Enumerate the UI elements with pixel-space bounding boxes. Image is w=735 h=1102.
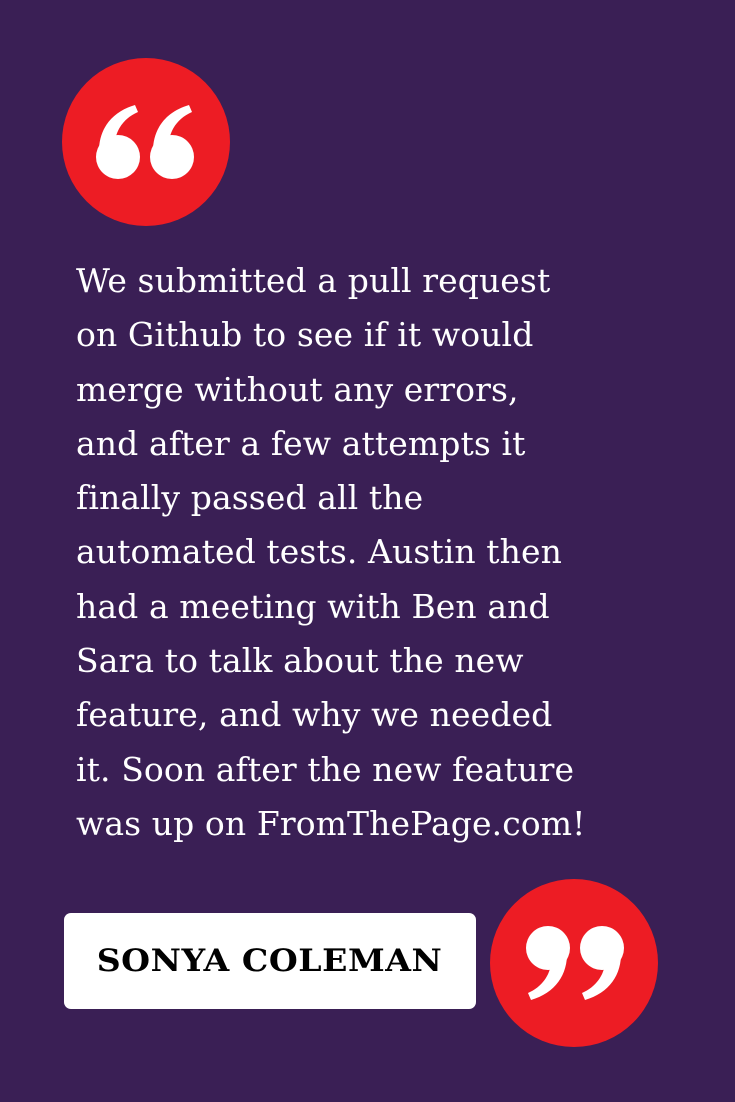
close-quote-icon: [526, 926, 624, 1000]
quote-line: finally passed all the: [76, 478, 424, 518]
quote-text: We submitted a pull request on Github to…: [76, 254, 676, 851]
quote-line: Sara to talk about the new: [76, 641, 524, 681]
quote-line: on Github to see if it would: [76, 315, 534, 355]
open-quote-badge: [62, 58, 230, 226]
quote-line: We submitted a pull request: [76, 261, 551, 300]
quote-line: feature, and why we needed: [76, 695, 553, 735]
close-quote-badge: [490, 879, 658, 1047]
quote-card: { "quote": { "lines": [ "We submitted a …: [0, 0, 735, 1102]
quote-line: automated tests. Austin then: [76, 532, 563, 572]
quote-line: had a meeting with Ben and: [76, 586, 550, 626]
quote-line: it. Soon after the new feature: [76, 749, 575, 789]
quote-line: was up on FromThePage.com!: [76, 803, 586, 843]
author-name-box: SONYA COLEMAN: [64, 913, 476, 1009]
author-name: SONYA COLEMAN: [97, 943, 443, 979]
quote-line: merge without any errors,: [76, 369, 519, 409]
open-quote-icon: [96, 105, 194, 179]
quote-line: and after a few attempts it: [76, 423, 526, 463]
